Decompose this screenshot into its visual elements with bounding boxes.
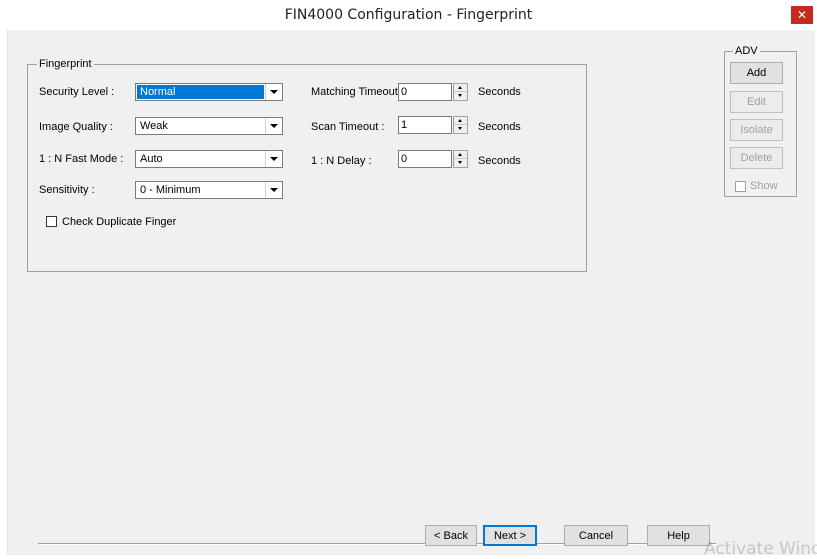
arrow-down-icon <box>458 94 462 97</box>
add-button-label: Add <box>746 67 767 79</box>
back-button[interactable]: < Back <box>425 525 477 546</box>
image-quality-label: Image Quality : <box>39 121 113 133</box>
adv-group-title: ADV <box>733 45 760 57</box>
n-delay-input[interactable]: 0 <box>398 150 452 168</box>
back-button-label: < Back <box>434 529 468 542</box>
title-bar: FIN4000 Configuration - Fingerprint ✕ <box>0 0 817 30</box>
help-button[interactable]: Help <box>647 525 710 546</box>
chevron-down-icon <box>270 90 278 94</box>
scan-timeout-input[interactable]: 1 <box>398 116 452 134</box>
n-delay-label: 1 : N Delay : <box>311 155 372 167</box>
image-quality-combo[interactable]: Weak <box>135 117 283 135</box>
security-level-dropdown-button[interactable] <box>265 84 282 100</box>
window-title: FIN4000 Configuration - Fingerprint <box>284 7 533 23</box>
fast-mode-dropdown-button[interactable] <box>265 151 282 167</box>
n-delay-unit: Seconds <box>478 155 521 167</box>
chevron-down-icon <box>270 157 278 161</box>
arrow-down-icon <box>458 127 462 130</box>
show-checkbox[interactable] <box>735 181 746 192</box>
n-delay-spinner[interactable] <box>453 150 468 168</box>
close-button[interactable]: ✕ <box>791 6 813 24</box>
security-level-label: Security Level : <box>39 86 115 98</box>
sensitivity-label: Sensitivity : <box>39 184 95 196</box>
cancel-button[interactable]: Cancel <box>564 525 628 546</box>
security-level-value: Normal <box>137 85 264 99</box>
scan-timeout-unit: Seconds <box>478 121 521 133</box>
spin-up-button[interactable] <box>454 151 467 159</box>
spin-up-button[interactable] <box>454 117 467 125</box>
show-label: Show <box>750 180 778 192</box>
scan-timeout-value: 1 <box>401 119 408 131</box>
delete-button-label: Delete <box>740 152 773 164</box>
activation-watermark: Activate Wind <box>704 539 817 559</box>
matching-timeout-value: 0 <box>401 86 408 98</box>
check-duplicate-label: Check Duplicate Finger <box>62 216 177 228</box>
scan-timeout-label: Scan Timeout : <box>311 121 385 133</box>
sensitivity-combo[interactable]: 0 - Minimum <box>135 181 283 199</box>
spin-up-button[interactable] <box>454 84 467 92</box>
check-duplicate-checkbox[interactable] <box>46 216 57 227</box>
fast-mode-combo[interactable]: Auto <box>135 150 283 168</box>
isolate-button-label: Isolate <box>740 124 773 136</box>
matching-timeout-spinner[interactable] <box>453 83 468 101</box>
n-delay-value: 0 <box>401 153 408 165</box>
scan-timeout-spinner[interactable] <box>453 116 468 134</box>
dialog-client-area: Fingerprint Security Level : Normal Imag… <box>7 30 815 555</box>
edit-button-label: Edit <box>747 96 766 108</box>
edit-button[interactable]: Edit <box>730 91 783 113</box>
arrow-up-icon <box>458 86 462 89</box>
fingerprint-group-title: Fingerprint <box>37 58 94 70</box>
security-level-combo[interactable]: Normal <box>135 83 283 101</box>
matching-timeout-input[interactable]: 0 <box>398 83 452 101</box>
spin-down-button[interactable] <box>454 159 467 167</box>
help-button-label: Help <box>667 529 690 542</box>
image-quality-dropdown-button[interactable] <box>265 118 282 134</box>
fast-mode-value: Auto <box>140 153 163 165</box>
cancel-button-label: Cancel <box>578 529 614 542</box>
spin-down-button[interactable] <box>454 92 467 100</box>
image-quality-value: Weak <box>140 120 168 132</box>
delete-button[interactable]: Delete <box>730 147 783 169</box>
matching-timeout-label: Matching Timeout : <box>311 86 404 98</box>
next-button[interactable]: Next > <box>483 525 537 546</box>
fast-mode-label: 1 : N Fast Mode : <box>39 153 124 165</box>
chevron-down-icon <box>270 188 278 192</box>
next-button-label: Next > <box>493 529 527 542</box>
sensitivity-dropdown-button[interactable] <box>265 182 282 198</box>
arrow-down-icon <box>458 161 462 164</box>
matching-timeout-unit: Seconds <box>478 86 521 98</box>
arrow-up-icon <box>458 153 462 156</box>
add-button[interactable]: Add <box>730 62 783 84</box>
spin-down-button[interactable] <box>454 125 467 133</box>
arrow-up-icon <box>458 119 462 122</box>
chevron-down-icon <box>270 124 278 128</box>
isolate-button[interactable]: Isolate <box>730 119 783 141</box>
sensitivity-value: 0 - Minimum <box>140 184 201 196</box>
